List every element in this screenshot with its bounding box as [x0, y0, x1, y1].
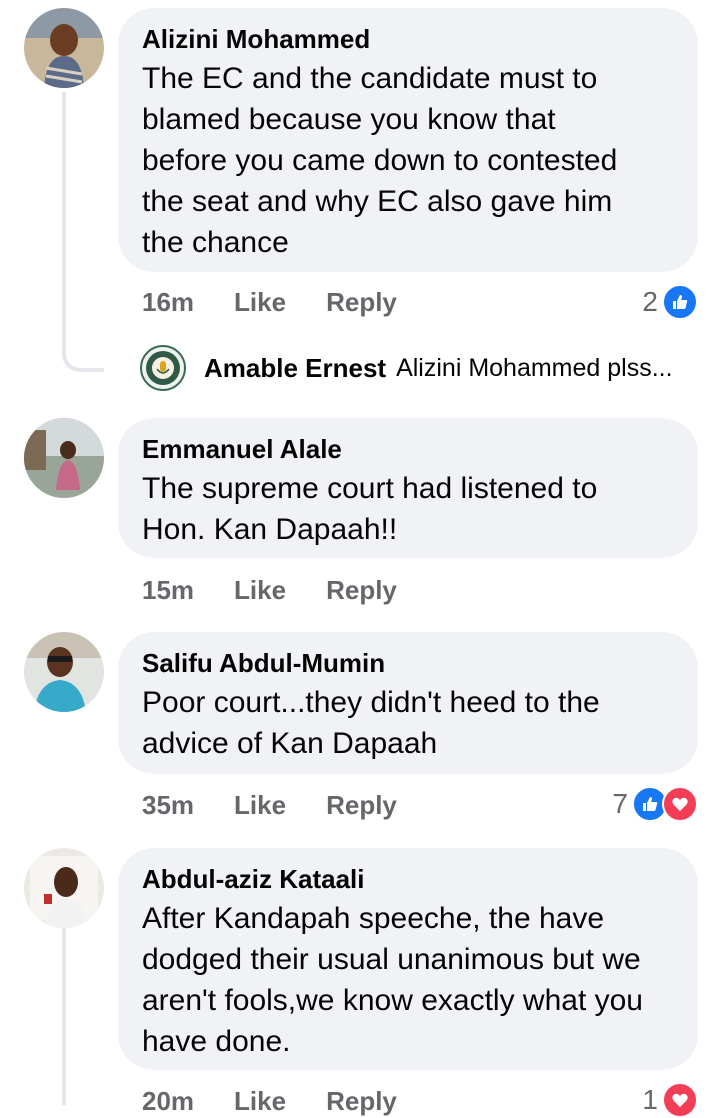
comment-author[interactable]: Emmanuel Alale: [142, 434, 674, 464]
comment-text: After Kandapah speeche, the have dodged …: [142, 898, 674, 1062]
like-button[interactable]: Like: [234, 790, 286, 821]
thread-line-curve: [62, 350, 104, 372]
comment-actions: 16m Like Reply: [142, 287, 437, 318]
comment-bubble: Alizini Mohammed The EC and the candidat…: [118, 8, 698, 272]
comment-text: The supreme court had listened to Hon. K…: [142, 468, 674, 550]
comment-line: have done.: [142, 1025, 291, 1058]
reply-button[interactable]: Reply: [326, 1086, 397, 1117]
comment-line: aren't fools,we know exactly what you: [142, 984, 643, 1017]
comment-line: before you came down to contested: [142, 144, 618, 177]
reaction-count: 2: [642, 286, 658, 317]
comment-actions: 35m Like Reply: [142, 790, 437, 821]
comment-author[interactable]: Alizini Mohammed: [142, 24, 674, 54]
avatar[interactable]: [24, 8, 104, 88]
reactions[interactable]: 7: [612, 786, 698, 822]
comment-line: The supreme court had listened to: [142, 472, 598, 505]
comment-line: advice of Kan Dapaah: [142, 727, 438, 760]
comment-line: blamed because you know that: [142, 103, 556, 136]
avatar[interactable]: [24, 632, 104, 712]
comment-line: Hon. Kan Dapaah!!: [142, 513, 398, 546]
reactions[interactable]: 2: [642, 284, 698, 320]
comment-text: The EC and the candidate must to blamed …: [142, 58, 674, 263]
reaction-count: 1: [642, 1084, 658, 1115]
comment-time[interactable]: 35m: [142, 790, 194, 821]
comment-line: The EC and the candidate must to: [142, 62, 598, 95]
comment-bubble: Abdul-aziz Kataali After Kandapah speech…: [118, 848, 698, 1070]
avatar[interactable]: [140, 345, 186, 391]
reply-button[interactable]: Reply: [326, 575, 397, 606]
thumbs-up-icon: [662, 284, 698, 320]
comment-author[interactable]: Salifu Abdul-Mumin: [142, 648, 674, 678]
comment-actions: 20m Like Reply: [142, 1086, 437, 1117]
reply-button[interactable]: Reply: [326, 790, 397, 821]
comment-line: After Kandapah speeche, the have: [142, 902, 605, 935]
comment-bubble: Salifu Abdul-Mumin Poor court...they did…: [118, 632, 698, 774]
comment-author[interactable]: Abdul-aziz Kataali: [142, 864, 674, 894]
avatar[interactable]: [24, 848, 104, 928]
comment-time[interactable]: 20m: [142, 1086, 194, 1117]
comment-text: Poor court...they didn't heed to the adv…: [142, 682, 674, 764]
comment-line: the chance: [142, 226, 289, 259]
heart-icon: [662, 1082, 698, 1118]
reaction-count: 7: [612, 788, 628, 819]
reply-preview[interactable]: Amable Ernest Alizini Mohammed plss...: [140, 345, 673, 391]
like-button[interactable]: Like: [234, 287, 286, 318]
reply-button[interactable]: Reply: [326, 287, 397, 318]
comment-time[interactable]: 15m: [142, 575, 194, 606]
avatar[interactable]: [24, 418, 104, 498]
comment-bubble: Emmanuel Alale The supreme court had lis…: [118, 418, 698, 558]
comment-line: Poor court...they didn't heed to the: [142, 686, 600, 719]
thread-line: [62, 925, 66, 1105]
comment-line: the seat and why EC also gave him: [142, 185, 613, 218]
like-button[interactable]: Like: [234, 575, 286, 606]
comment-time[interactable]: 16m: [142, 287, 194, 318]
reply-text: Alizini Mohammed plss...: [396, 353, 673, 382]
reactions[interactable]: 1: [642, 1082, 698, 1118]
like-button[interactable]: Like: [234, 1086, 286, 1117]
comment-actions: 15m Like Reply: [142, 575, 437, 606]
heart-icon: [662, 786, 698, 822]
thread-line: [62, 92, 66, 352]
comment-line: dodged their usual unanimous but we: [142, 943, 641, 976]
reply-author[interactable]: Amable Ernest: [204, 353, 386, 384]
